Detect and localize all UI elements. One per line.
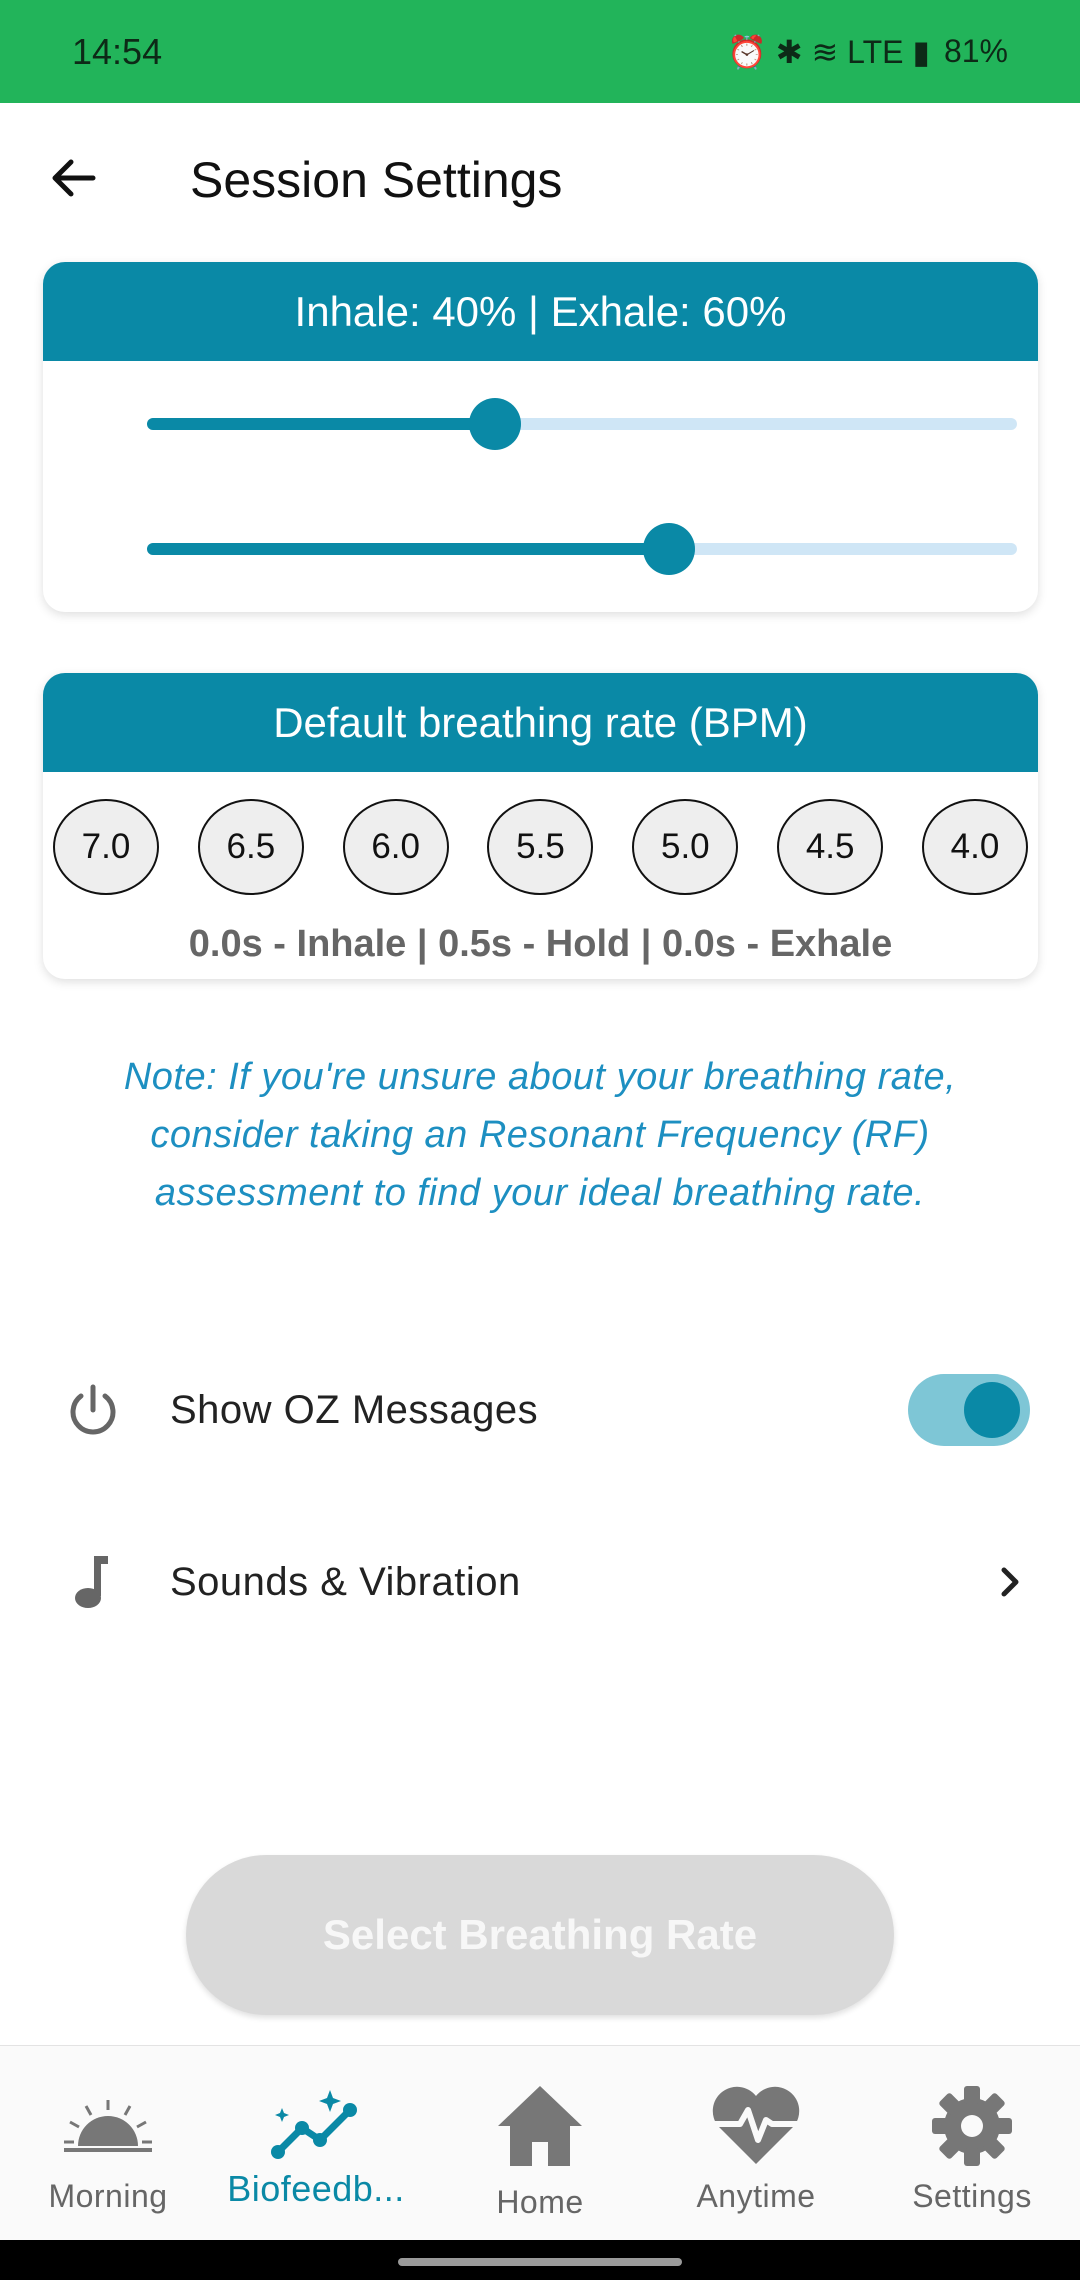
select-breathing-rate-button[interactable]: Select Breathing Rate <box>186 1855 894 2015</box>
breathing-rate-header: Default breathing rate (BPM) <box>43 673 1038 772</box>
show-oz-messages-row[interactable]: Show OZ Messages <box>0 1350 1080 1470</box>
chevron-right-icon <box>990 1562 1030 1602</box>
exhale-slider-thumb[interactable] <box>643 523 695 575</box>
exhale-slider-fill <box>147 543 669 555</box>
toggle-knob <box>964 1382 1020 1438</box>
inhale-slider-fill <box>147 418 495 430</box>
rate-option-5-5[interactable]: 5.5 <box>487 799 594 895</box>
rate-option-6-5[interactable]: 6.5 <box>197 799 304 895</box>
arrow-left-icon <box>52 159 96 197</box>
status-indicators: ⏰ ✱ ≋ LTE ▮ <box>727 33 930 70</box>
breathing-rate-card: Default breathing rate (BPM) 7.0 6.5 6.0… <box>43 673 1038 979</box>
status-bar: 14:54 ⏰ ✱ ≋ LTE ▮ 81% <box>0 0 1080 103</box>
sunrise-icon <box>58 2076 158 2176</box>
system-gesture-bar <box>0 2240 1080 2280</box>
exhale-slider[interactable] <box>147 523 1017 575</box>
music-note-icon <box>58 1547 128 1617</box>
status-time: 14:54 <box>72 30 163 72</box>
home-icon <box>490 2076 590 2176</box>
rate-option-4-5[interactable]: 4.5 <box>777 799 884 895</box>
show-oz-messages-label: Show OZ Messages <box>170 1387 539 1432</box>
page-title: Session Settings <box>190 152 563 208</box>
session-settings-screen: 14:54 ⏰ ✱ ≋ LTE ▮ 81% Session Settings I… <box>0 0 1080 2280</box>
back-button[interactable] <box>36 141 110 215</box>
biofeedback-chart-icon <box>266 2076 366 2176</box>
sounds-vibration-label: Sounds & Vibration <box>170 1559 521 1604</box>
rate-option-6-0[interactable]: 6.0 <box>342 799 449 895</box>
nav-morning[interactable]: Morning <box>0 2046 216 2241</box>
inhale-slider[interactable] <box>147 398 1017 450</box>
show-oz-messages-toggle[interactable] <box>908 1374 1030 1446</box>
bottom-navigation: Morning Biofeedb... Home Anytime Setting… <box>0 2045 1080 2240</box>
nav-morning-label: Morning <box>48 2178 168 2214</box>
nav-home-label: Home <box>496 2184 584 2220</box>
nav-home[interactable]: Home <box>432 2046 648 2241</box>
rate-option-4-0[interactable]: 4.0 <box>921 799 1028 895</box>
nav-anytime-label: Anytime <box>696 2178 816 2214</box>
heart-pulse-icon <box>706 2076 806 2176</box>
battery-percent: 81% <box>943 33 1008 69</box>
inhale-slider-thumb[interactable] <box>469 398 521 450</box>
status-icons: ⏰ ✱ ≋ LTE ▮ 81% <box>727 33 1008 71</box>
gear-icon <box>922 2076 1022 2176</box>
home-gesture-handle[interactable] <box>398 2258 682 2266</box>
nav-anytime[interactable]: Anytime <box>648 2046 864 2241</box>
rate-options: 7.0 6.5 6.0 5.5 5.0 4.5 4.0 <box>53 799 1028 895</box>
nav-biofeedback[interactable]: Biofeedb... <box>208 2046 424 2241</box>
power-icon <box>58 1375 128 1445</box>
inhale-exhale-header: Inhale: 40% | Exhale: 60% <box>43 262 1038 361</box>
nav-biofeedback-label: Biofeedb... <box>227 2168 405 2209</box>
app-header: Session Settings <box>0 103 1080 253</box>
nav-settings-label: Settings <box>912 2178 1032 2214</box>
nav-settings[interactable]: Settings <box>864 2046 1080 2241</box>
rate-option-5-0[interactable]: 5.0 <box>632 799 739 895</box>
rate-timing-detail: 0.0s - Inhale | 0.5s - Hold | 0.0s - Exh… <box>188 923 893 965</box>
sounds-vibration-row[interactable]: Sounds & Vibration <box>0 1522 1080 1642</box>
rf-assessment-note: Note: If you're unsure about your breath… <box>123 1056 957 1214</box>
rate-option-7-0[interactable]: 7.0 <box>53 799 159 895</box>
inhale-exhale-card: Inhale: 40% | Exhale: 60% <box>43 262 1038 612</box>
